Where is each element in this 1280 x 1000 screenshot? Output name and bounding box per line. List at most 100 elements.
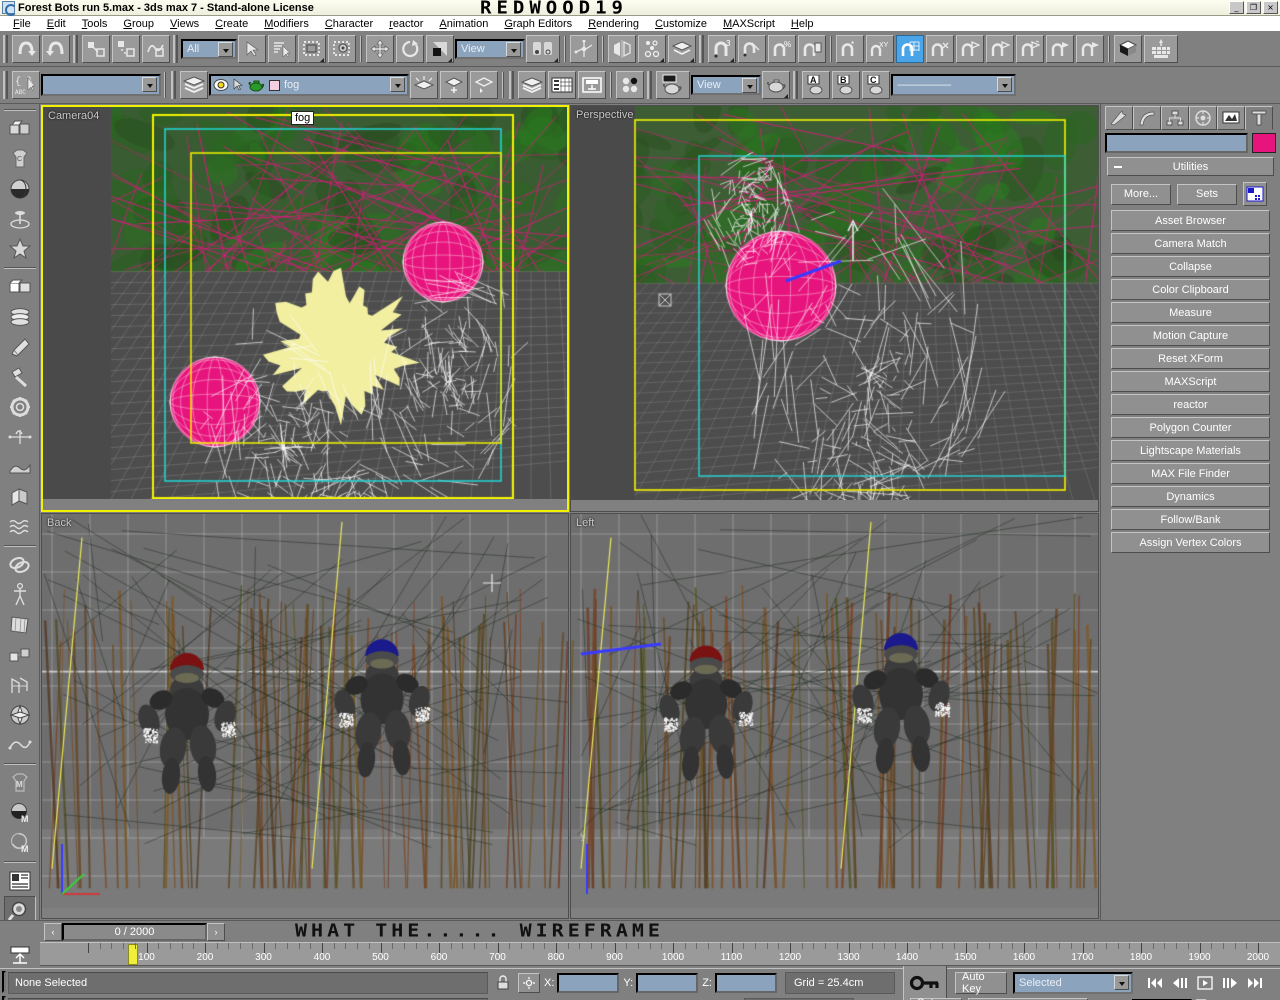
cloth-modifier-icon[interactable]: M	[4, 768, 36, 798]
toolbar-grip[interactable]	[3, 71, 9, 99]
layer-manager-icon[interactable]	[668, 35, 696, 63]
use-pivot-point-center-icon[interactable]	[526, 35, 560, 63]
boolean-icon[interactable]	[4, 640, 36, 670]
zoom-icon[interactable]	[1274, 971, 1280, 995]
x-value[interactable]	[557, 973, 620, 993]
prev-frame-button[interactable]: ‹	[44, 922, 62, 941]
select-by-name-icon[interactable]	[268, 35, 296, 63]
display-tab[interactable]	[1217, 106, 1245, 130]
swirl-modifier-icon[interactable]: M	[4, 828, 36, 858]
restore-button[interactable]: ❐	[1246, 1, 1261, 14]
named-selection-sets-icon[interactable]: { } ABC	[12, 71, 40, 99]
viewport-back[interactable]: Back	[41, 512, 569, 919]
waves-icon[interactable]	[4, 512, 36, 542]
menu-character[interactable]: Character	[317, 18, 381, 30]
utility-button-assign-vertex-colors[interactable]: Assign Vertex Colors	[1111, 532, 1270, 553]
menu-reactor[interactable]: reactor	[381, 18, 431, 30]
zoom-search-icon[interactable]	[3, 896, 36, 920]
star-shape-icon[interactable]	[4, 234, 36, 264]
compass-icon[interactable]	[4, 700, 36, 730]
render-layers-icon[interactable]	[518, 71, 546, 99]
toolbar-grip[interactable]	[699, 35, 705, 63]
viewport-canvas[interactable]	[571, 513, 1098, 908]
layer-combo[interactable]: fog	[209, 74, 409, 96]
hierarchy-tab[interactable]	[1161, 106, 1189, 130]
menu-animation[interactable]: Animation	[431, 18, 496, 30]
hammer-tool-icon[interactable]	[4, 362, 36, 392]
rollout-header[interactable]: Utilities	[1107, 157, 1274, 176]
play-animation-icon[interactable]	[1192, 972, 1217, 994]
y-value[interactable]	[636, 973, 699, 993]
y-coordinate-field[interactable]: Y:	[623, 973, 699, 993]
utility-button-camera-match[interactable]: Camera Match	[1111, 233, 1270, 254]
viewport-teapot-icon[interactable]	[656, 71, 690, 99]
knot-icon[interactable]	[4, 550, 36, 580]
chevron-down-icon[interactable]	[506, 42, 521, 57]
selection-filter-combo[interactable]: All	[181, 39, 237, 59]
teapot-preview-icon[interactable]	[762, 71, 790, 99]
schematic-view-icon[interactable]	[578, 71, 606, 99]
utility-button-dynamics[interactable]: Dynamics	[1111, 486, 1270, 507]
select-objects-in-layer-icon[interactable]	[470, 71, 498, 99]
mirror-flag-icon-3[interactable]	[1016, 35, 1044, 63]
frame-display[interactable]: 0 / 2000	[62, 922, 207, 941]
toolbar-grip[interactable]	[509, 71, 515, 99]
unfold-box-icon[interactable]	[4, 482, 36, 512]
go-to-start-icon[interactable]	[1142, 972, 1167, 994]
z-value[interactable]	[714, 973, 777, 993]
open-mini-curve-editor-icon[interactable]	[0, 942, 40, 968]
time-slider-handle[interactable]	[128, 944, 138, 965]
utility-button-measure[interactable]: Measure	[1111, 302, 1270, 323]
add-layer-icon[interactable]	[440, 71, 468, 99]
undo-icon[interactable]	[12, 35, 40, 63]
utility-button-motion-capture[interactable]: Motion Capture	[1111, 325, 1270, 346]
previous-frame-icon[interactable]	[1167, 972, 1192, 994]
sets-button[interactable]: Sets	[1177, 183, 1237, 205]
sphere-modifier-icon[interactable]: M	[4, 798, 36, 828]
utility-button-asset-browser[interactable]: Asset Browser	[1111, 210, 1270, 231]
motion-tab[interactable]	[1189, 106, 1217, 130]
utility-button-lightscape-materials[interactable]: Lightscape Materials	[1111, 440, 1270, 461]
layer-explorer-icon[interactable]	[410, 71, 438, 99]
box-primitive-icon[interactable]	[4, 114, 36, 144]
utility-button-follow-bank[interactable]: Follow/Bank	[1111, 509, 1270, 530]
snap-toggle-3d-icon[interactable]: 3	[708, 35, 736, 63]
cloth-sheet-icon[interactable]	[4, 610, 36, 640]
viewport-left[interactable]: Left	[570, 512, 1099, 919]
menu-graph-editors[interactable]: Graph Editors	[496, 18, 580, 30]
configure-button-sets-icon[interactable]	[1243, 182, 1267, 206]
viewport-layout-combo[interactable]: View	[691, 75, 761, 95]
mirror-flag-icon-4[interactable]	[1046, 35, 1074, 63]
menu-customize[interactable]: Customize	[647, 18, 715, 30]
menu-maxscript[interactable]: MAXScript	[715, 18, 783, 30]
redo-icon[interactable]	[42, 35, 70, 63]
select-and-link-icon[interactable]	[82, 35, 110, 63]
percent-snap-toggle-icon[interactable]: %	[768, 35, 796, 63]
next-frame-icon[interactable]	[1217, 972, 1242, 994]
material-editor-icon[interactable]	[1114, 35, 1142, 63]
mirror-flag-icon-1[interactable]	[956, 35, 984, 63]
menu-views[interactable]: Views	[162, 18, 207, 30]
key-mode-combo[interactable]: Selected	[1012, 972, 1133, 994]
angle-snap-toggle-icon[interactable]	[738, 35, 766, 63]
go-to-end-icon[interactable]	[1242, 972, 1267, 994]
select-and-move-icon[interactable]	[366, 35, 394, 63]
toolbar-grip[interactable]	[793, 71, 799, 99]
lock-selection-icon[interactable]	[492, 975, 514, 991]
z-coordinate-field[interactable]: Z:	[702, 973, 777, 993]
light-lister-icon[interactable]	[616, 71, 644, 99]
utility-button-reset-xform[interactable]: Reset XForm	[1111, 348, 1270, 369]
toolbar-grip[interactable]	[73, 35, 79, 63]
time-slider[interactable]: ‹ 0 / 2000 ›	[44, 922, 225, 941]
select-and-scale-icon[interactable]	[426, 35, 454, 63]
menu-modifiers[interactable]: Modifiers	[256, 18, 317, 30]
asset-list-icon[interactable]	[4, 866, 36, 896]
mirror-flag-icon-2[interactable]	[986, 35, 1014, 63]
toolbar-grip[interactable]	[173, 35, 179, 63]
utility-button-reactor[interactable]: reactor	[1111, 394, 1270, 415]
teapot-b-icon[interactable]: B	[832, 71, 860, 99]
object-name-field[interactable]	[1105, 133, 1248, 153]
lipstick-icon[interactable]	[4, 332, 36, 362]
chevron-down-icon[interactable]	[390, 77, 405, 92]
biped-icon[interactable]	[4, 580, 36, 610]
